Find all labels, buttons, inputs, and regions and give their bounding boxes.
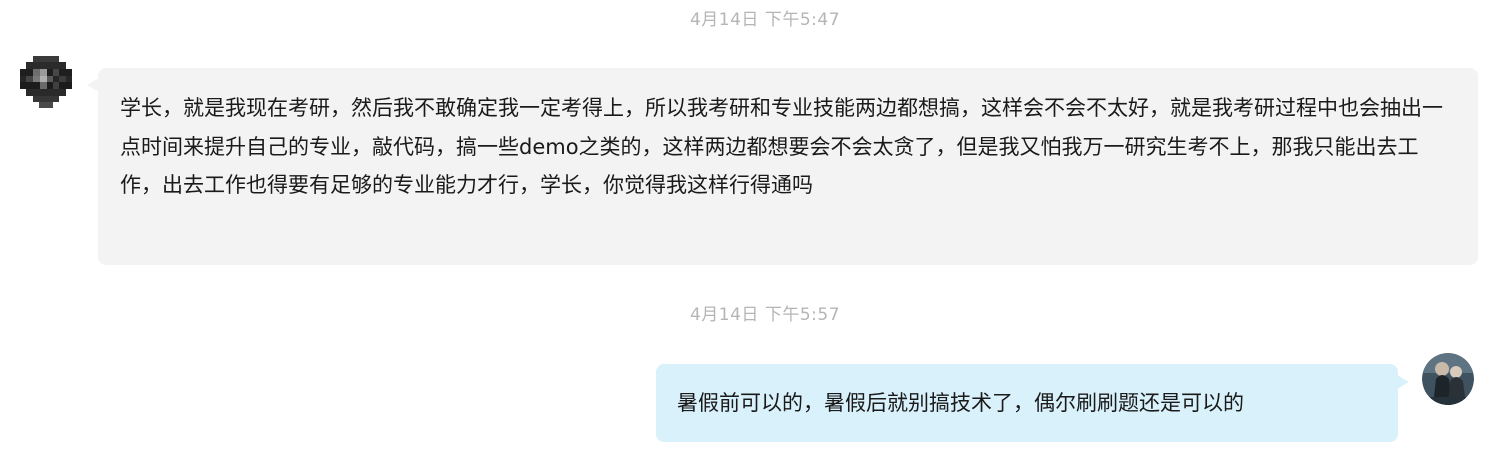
- message-text: 暑假前可以的，暑假后就别搞技术了，偶尔刷刷题还是可以的: [677, 391, 1244, 415]
- chat-conversation: 4月14日 下午5:47 学长，就是我现在考研，然后我不敢确定我一定考得上，所以…: [0, 0, 1490, 460]
- sender-avatar[interactable]: [20, 56, 72, 108]
- outgoing-message-bubble[interactable]: 暑假前可以的，暑假后就别搞技术了，偶尔刷刷题还是可以的: [656, 364, 1409, 442]
- message-timestamp: 4月14日 下午5:57: [689, 305, 841, 325]
- message-text: 学长，就是我现在考研，然后我不敢确定我一定考得上，所以我考研和专业技能两边都想搞…: [120, 96, 1443, 197]
- incoming-message-bubble[interactable]: 学长，就是我现在考研，然后我不敢确定我一定考得上，所以我考研和专业技能两边都想搞…: [87, 68, 1478, 265]
- user-photo-icon: [1422, 353, 1474, 405]
- pixelated-avatar-icon: [20, 56, 72, 108]
- message-timestamp: 4月14日 下午5:47: [689, 10, 841, 30]
- self-avatar[interactable]: [1422, 353, 1474, 405]
